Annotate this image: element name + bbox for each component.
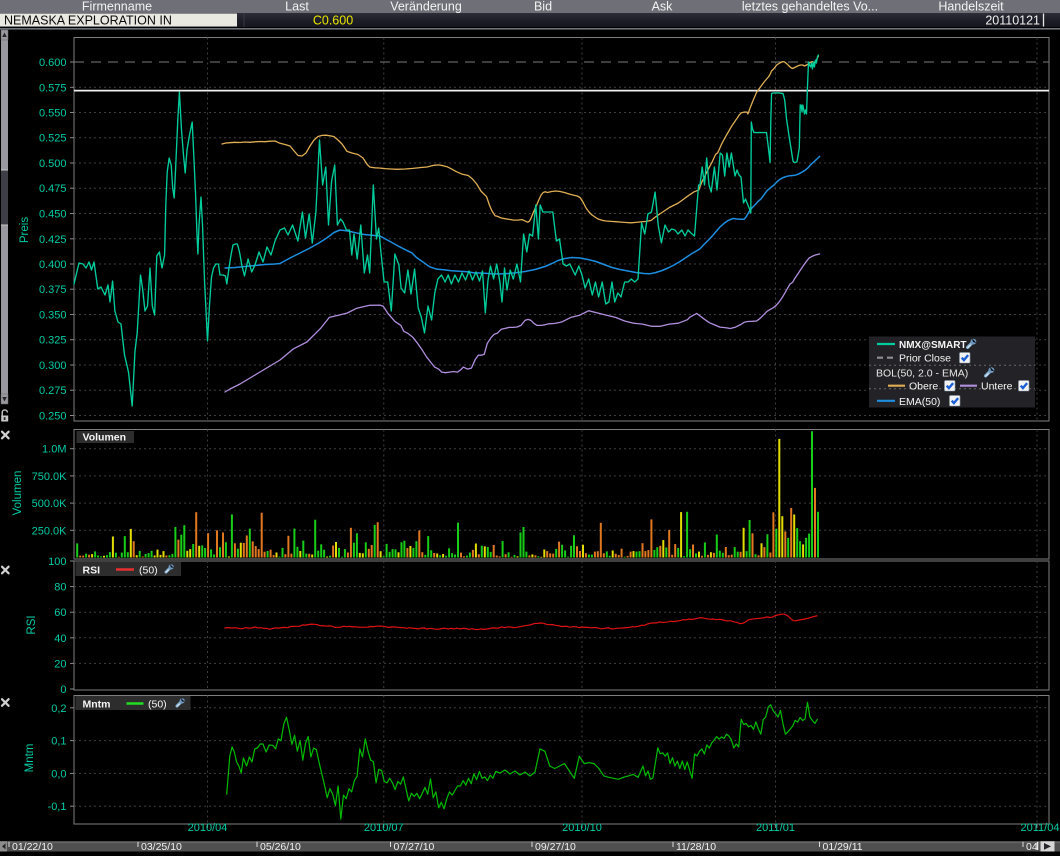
svg-text:-0,1: -0,1 bbox=[48, 801, 67, 813]
svg-text:Prior Close: Prior Close bbox=[899, 353, 951, 365]
svg-text:Volumen: Volumen bbox=[12, 471, 24, 516]
svg-text:750.0K: 750.0K bbox=[32, 471, 68, 483]
svg-text:Mntm: Mntm bbox=[24, 744, 36, 773]
svg-text:0,1: 0,1 bbox=[51, 736, 66, 748]
svg-text:01/29/11: 01/29/11 bbox=[823, 841, 863, 853]
svg-text:2010/07: 2010/07 bbox=[364, 822, 404, 834]
svg-text:500.0K: 500.0K bbox=[32, 498, 68, 510]
svg-text:0.325: 0.325 bbox=[39, 335, 67, 347]
svg-text:0.575: 0.575 bbox=[39, 82, 67, 94]
svg-text:Untere: Untere bbox=[981, 381, 1013, 393]
svg-text:01/22/10: 01/22/10 bbox=[12, 841, 53, 853]
svg-text:11/28/10: 11/28/10 bbox=[676, 841, 716, 853]
svg-text:09/27/10: 09/27/10 bbox=[535, 841, 576, 853]
svg-text:07/27/10: 07/27/10 bbox=[394, 841, 435, 853]
svg-text:80: 80 bbox=[54, 582, 66, 594]
svg-text:Obere: Obere bbox=[909, 381, 938, 393]
svg-text:20110121: 20110121 bbox=[985, 14, 1040, 28]
svg-text:0: 0 bbox=[60, 684, 66, 696]
svg-text:60: 60 bbox=[54, 607, 66, 619]
svg-text:0.450: 0.450 bbox=[39, 209, 67, 221]
svg-text:03/25/10: 03/25/10 bbox=[141, 841, 182, 853]
svg-text:NEMASKA EXPLORATION IN: NEMASKA EXPLORATION IN bbox=[4, 14, 172, 28]
svg-text:250.0K: 250.0K bbox=[32, 525, 68, 537]
svg-text:letztes gehandeltes Vo...: letztes gehandeltes Vo... bbox=[742, 0, 878, 14]
svg-text:Firmenname: Firmenname bbox=[82, 0, 152, 14]
svg-text:Preis: Preis bbox=[19, 217, 31, 243]
svg-text:0.500: 0.500 bbox=[39, 158, 67, 170]
svg-text:Last: Last bbox=[285, 0, 309, 14]
svg-text:05/26/10: 05/26/10 bbox=[260, 841, 301, 853]
svg-text:0.425: 0.425 bbox=[39, 234, 67, 246]
svg-text:0.350: 0.350 bbox=[39, 310, 67, 322]
svg-text:2010/10: 2010/10 bbox=[562, 822, 602, 834]
svg-text:0.400: 0.400 bbox=[39, 259, 67, 271]
svg-text:Volumen: Volumen bbox=[83, 432, 127, 444]
svg-text:0.375: 0.375 bbox=[39, 284, 67, 296]
svg-text:Ask: Ask bbox=[652, 0, 674, 14]
svg-text:04: 04 bbox=[1026, 841, 1038, 853]
svg-text:C0.600: C0.600 bbox=[313, 14, 353, 28]
svg-text:0.300: 0.300 bbox=[39, 360, 67, 372]
svg-text:EMA(50): EMA(50) bbox=[899, 396, 940, 408]
svg-text:(50): (50) bbox=[139, 565, 158, 577]
svg-text:0.250: 0.250 bbox=[39, 411, 67, 423]
svg-text:0.475: 0.475 bbox=[39, 183, 67, 195]
svg-text:0.600: 0.600 bbox=[39, 57, 67, 69]
svg-text:0.275: 0.275 bbox=[39, 385, 67, 397]
svg-text:2011/01: 2011/01 bbox=[756, 822, 795, 834]
svg-text:BOL(50, 2.0 - EMA): BOL(50, 2.0 - EMA) bbox=[876, 368, 968, 380]
svg-text:0,2: 0,2 bbox=[51, 703, 66, 715]
svg-text:NMX@SMART: NMX@SMART bbox=[899, 340, 967, 351]
svg-text:100: 100 bbox=[48, 556, 66, 568]
svg-text:RSI: RSI bbox=[26, 615, 38, 634]
svg-text:0.550: 0.550 bbox=[39, 108, 67, 120]
svg-text:RSI: RSI bbox=[83, 565, 101, 577]
svg-text:20: 20 bbox=[54, 658, 66, 670]
svg-text:40: 40 bbox=[54, 633, 66, 645]
svg-text:2010/04: 2010/04 bbox=[188, 822, 228, 834]
svg-text:(50): (50) bbox=[148, 699, 167, 711]
svg-text:1.0M: 1.0M bbox=[42, 444, 66, 456]
svg-text:Handelszeit: Handelszeit bbox=[938, 0, 1004, 14]
svg-text:Veränderung: Veränderung bbox=[390, 0, 462, 14]
svg-text:Mntm: Mntm bbox=[83, 699, 111, 711]
svg-text:Bid: Bid bbox=[534, 0, 552, 14]
svg-text:2011/04: 2011/04 bbox=[1021, 822, 1060, 834]
svg-text:0.525: 0.525 bbox=[39, 133, 67, 145]
svg-text:0,0: 0,0 bbox=[51, 768, 66, 780]
